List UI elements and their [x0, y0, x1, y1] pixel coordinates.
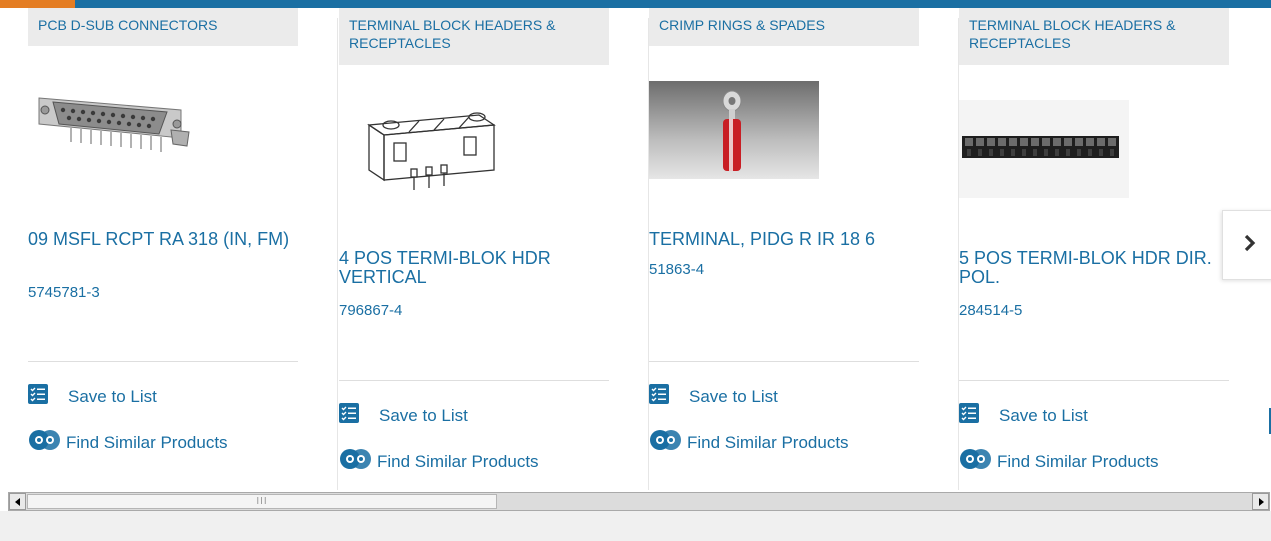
part-number-link[interactable]: 51863-4: [649, 261, 704, 278]
find-similar-button[interactable]: Find Similar Products: [339, 446, 539, 477]
checklist-icon: [959, 403, 979, 428]
d-sub-connector-image: [38, 97, 190, 152]
arrow-left-icon[interactable]: [9, 493, 26, 510]
product-image[interactable]: [339, 96, 509, 194]
find-similar-label: Find Similar Products: [377, 451, 539, 471]
save-to-list-label: Save to List: [689, 386, 778, 406]
similar-products-icon: [649, 427, 683, 458]
status-area: [0, 511, 1271, 541]
divider: [339, 380, 609, 381]
save-to-list-label: Save to List: [999, 405, 1088, 425]
save-to-list-button[interactable]: Save to List: [649, 384, 778, 409]
divider: [649, 361, 919, 362]
product-card: PCB D-SUB CONNECTORS 09 MSFL RCPT RA 318…: [28, 8, 338, 490]
find-similar-label: Find Similar Products: [66, 432, 228, 452]
checklist-icon: [649, 384, 669, 409]
part-number-link[interactable]: 284514-5: [959, 302, 1022, 319]
similar-products-icon: [28, 427, 62, 458]
save-to-list-label: Save to List: [379, 405, 468, 425]
save-to-list-label: Save to List: [68, 386, 157, 406]
chevron-right-icon: [1243, 233, 1257, 258]
product-image[interactable]: [959, 100, 1129, 198]
save-to-list-button[interactable]: Save to List: [959, 403, 1088, 428]
ring-terminal-image: [649, 81, 819, 179]
category-label: TERMINAL BLOCK HEADERS & RECEPTACLES: [339, 8, 609, 65]
save-to-list-button[interactable]: Save to List: [339, 403, 468, 428]
category-label: TERMINAL BLOCK HEADERS & RECEPTACLES: [959, 8, 1229, 65]
divider: [959, 380, 1229, 381]
product-carousel: PCB D-SUB CONNECTORS 09 MSFL RCPT RA 318…: [0, 8, 1271, 490]
card-separator: [337, 18, 338, 490]
product-name-link[interactable]: 5 POS TERMI-BLOK HDR DIR. POL.: [959, 249, 1229, 287]
horizontal-scrollbar[interactable]: III: [8, 492, 1270, 511]
carousel-next-button[interactable]: [1222, 210, 1271, 280]
similar-products-icon: [959, 446, 993, 477]
product-name-link[interactable]: 09 MSFL RCPT RA 318 (IN, FM): [28, 230, 298, 249]
find-similar-button[interactable]: Find Similar Products: [649, 427, 849, 458]
category-label: CRIMP RINGS & SPADES: [649, 8, 919, 46]
checklist-icon: [28, 384, 48, 409]
product-image[interactable]: [28, 76, 198, 174]
product-name-link[interactable]: TERMINAL, PIDG R IR 18 6: [649, 230, 919, 249]
product-card: TERMINAL BLOCK HEADERS & RECEPTACLES 4 P…: [339, 8, 649, 490]
top-accent-bar: [0, 0, 1271, 8]
part-number-link[interactable]: 5745781-3: [28, 284, 100, 301]
checklist-icon: [339, 403, 359, 428]
find-similar-label: Find Similar Products: [997, 451, 1159, 471]
arrow-right-icon[interactable]: [1252, 493, 1269, 510]
product-name-link[interactable]: 4 POS TERMI-BLOK HDR VERTICAL: [339, 249, 609, 287]
scrollbar-thumb[interactable]: III: [27, 494, 497, 509]
find-similar-button[interactable]: Find Similar Products: [959, 446, 1159, 477]
terminal-block-black-image: [959, 100, 1129, 198]
product-card: TERMINAL BLOCK HEADERS & RECEPTACLES 5 P…: [959, 8, 1249, 490]
category-label: PCB D-SUB CONNECTORS: [28, 8, 298, 46]
scrollbar-grip: III: [256, 496, 268, 507]
save-to-list-button[interactable]: Save to List: [28, 384, 157, 409]
similar-products-icon: [339, 446, 373, 477]
part-number-link[interactable]: 796867-4: [339, 302, 402, 319]
orange-accent: [0, 0, 75, 8]
terminal-block-header-image: [367, 112, 496, 190]
product-image[interactable]: [649, 81, 819, 179]
find-similar-button[interactable]: Find Similar Products: [28, 427, 228, 458]
product-card: CRIMP RINGS & SPADES TERMINAL, PIDG R IR…: [649, 8, 959, 490]
divider: [28, 361, 298, 362]
find-similar-label: Find Similar Products: [687, 432, 849, 452]
